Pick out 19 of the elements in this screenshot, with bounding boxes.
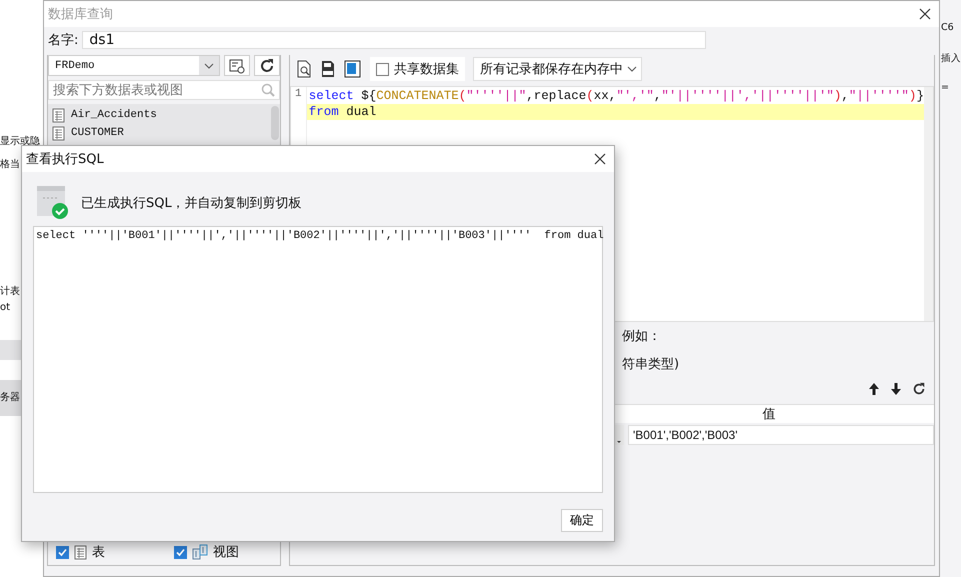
background-text: 显示或隐: [0, 134, 40, 148]
hint-text: 例如：: [622, 328, 661, 345]
background-text: 计表: [0, 284, 20, 298]
status-message: 已生成执行SQL，并自动复制到剪切板: [81, 195, 302, 212]
background-text: 插入: [941, 52, 961, 65]
dialog-title: 查看执行SQL: [26, 151, 105, 168]
background-text: =: [941, 82, 949, 93]
background-text: 务器: [0, 391, 20, 404]
checkbox-label: 表: [92, 544, 105, 561]
line-number: 1: [295, 88, 302, 100]
background-text: ot: [0, 302, 10, 313]
checkbox-label: 视图: [213, 544, 239, 561]
code-line: select ${CONCATENATE("''''||",replace(xx,"','","'||''''||','||''''||'"),"||''''")}: [308, 88, 924, 104]
background-text: C6: [941, 22, 954, 33]
hint-text: 符串类型): [622, 356, 680, 373]
checkbox-label: 共享数据集: [394, 61, 459, 78]
name-label: 名字:: [48, 32, 78, 49]
window-title: 数据库查询: [48, 6, 114, 23]
background-text: 格当: [0, 158, 20, 171]
